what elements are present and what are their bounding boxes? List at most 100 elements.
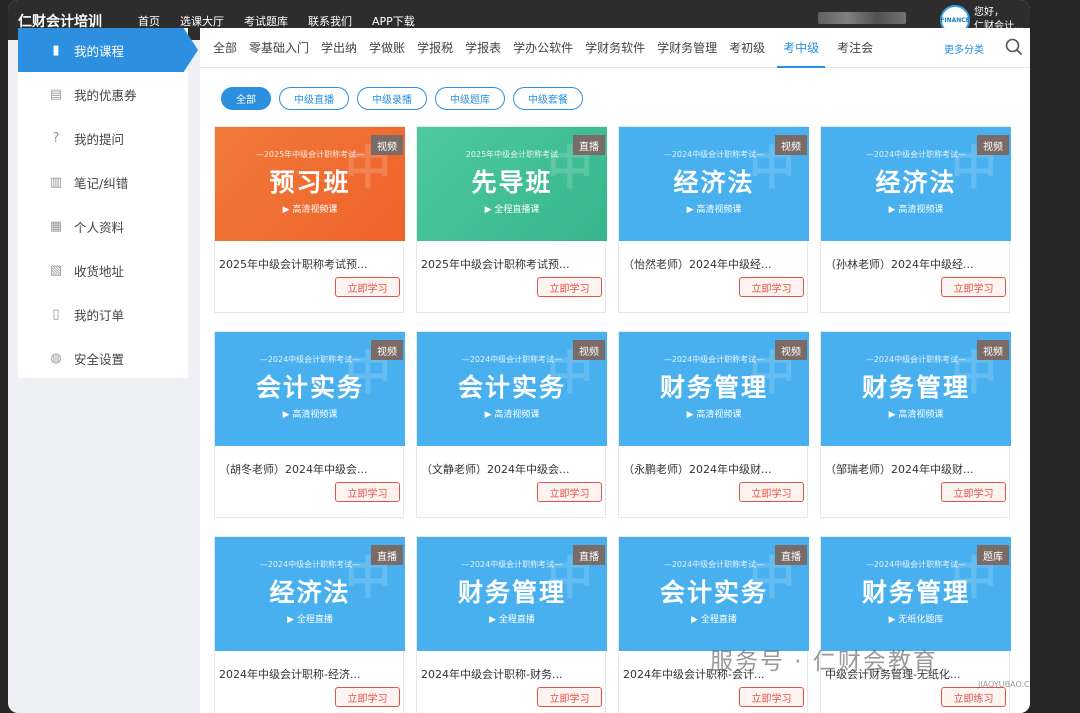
course-thumb-title: 财务管理 — [861, 373, 970, 402]
course-type: ▶ 全程直播 — [691, 615, 737, 625]
tab-7[interactable]: 学办公软件 — [513, 39, 573, 56]
sidebar-item-5[interactable]: ▦ 个人资料 — [18, 204, 188, 248]
course-card[interactable]: 中 —2024中级会计职称考试— 会计实务 ▶ 全程直播 直播 2024年中级会计职称-会… — [618, 536, 809, 713]
course-card[interactable]: 中 —2024中级会计职称考试— 经济法 ▶ 全程直播 直播 2024年中级会计职称-经济… — [214, 536, 405, 713]
study-now-button[interactable]: 立即学习 — [739, 482, 804, 502]
course-title[interactable]: （文静老师）2024年中级会... — [421, 461, 603, 477]
study-now-button[interactable]: 立即学习 — [941, 277, 1006, 297]
filter-chip-1[interactable]: 全部 — [221, 87, 271, 110]
nav-exams[interactable]: 考试题库 — [244, 13, 288, 29]
course-type: ▶ 高清视频课 — [686, 205, 742, 215]
course-badge: 视频 — [775, 340, 807, 360]
sidebar-item-label: 我的课程 — [74, 43, 125, 59]
nav-app-download[interactable]: APP下载 — [372, 13, 415, 29]
course-thumb-title: 财务管理 — [659, 373, 768, 402]
tab-12[interactable]: 考注会 — [837, 39, 873, 56]
filter-chip-4[interactable]: 中级题库 — [435, 87, 505, 110]
tab-11[interactable]: 考中级 — [777, 28, 826, 68]
tab-4[interactable]: 学做账 — [369, 39, 405, 56]
nav-courses[interactable]: 选课大厅 — [180, 13, 224, 29]
nav-contact[interactable]: 联系我们 — [308, 13, 352, 29]
course-title[interactable]: 2025年中级会计职称考试预... — [421, 256, 603, 272]
sidebar-item-label: 收货地址 — [74, 263, 125, 279]
course-card[interactable]: 中 —2024中级会计职称考试— 会计实务 ▶ 高清视频课 视频 （胡冬老师）2024年中… — [214, 331, 405, 518]
study-now-button[interactable]: 立即学习 — [335, 482, 400, 502]
course-title[interactable]: （邹瑞老师）2024年中级财... — [825, 461, 1007, 477]
course-title[interactable]: （怡然老师）2024年中级经... — [623, 256, 805, 272]
course-thumbnail[interactable]: 中 —2024中级会计职称考试— 经济法 ▶ 高清视频课 视频 — [619, 127, 809, 241]
sidebar-item-label: 个人资料 — [74, 219, 125, 235]
course-title[interactable]: （永鹏老师）2024年中级财... — [623, 461, 805, 477]
sidebar-item-2[interactable]: ▤ 我的优惠券 — [18, 72, 188, 116]
course-card[interactable]: 中 —2024中级会计职称考试— 财务管理 ▶ 高清视频课 视频 （永鹏老师）2024年中… — [618, 331, 809, 518]
filter-chip-2[interactable]: 中级直播 — [279, 87, 349, 110]
search-icon[interactable] — [1005, 38, 1023, 56]
course-badge: 直播 — [371, 545, 403, 565]
sidebar-item-4[interactable]: ▥ 笔记/纠错 — [18, 160, 188, 204]
course-thumb-title: 预习班 — [269, 168, 351, 197]
course-card[interactable]: 中 —2024中级会计职称考试— 经济法 ▶ 高清视频课 视频 （孙林老师）2024年中级… — [820, 126, 1011, 313]
course-card[interactable]: 中 —2024中级会计职称考试— 经济法 ▶ 高清视频课 视频 （怡然老师）2024年中级… — [618, 126, 809, 313]
course-thumbnail[interactable]: 中 —2024中级会计职称考试— 会计实务 ▶ 全程直播 直播 — [619, 537, 809, 651]
course-title[interactable]: （孙林老师）2024年中级经... — [825, 256, 1007, 272]
course-thumbnail[interactable]: 中 —2024中级会计职称考试— 财务管理 ▶ 全程直播 直播 — [417, 537, 607, 651]
course-thumbnail[interactable]: 中 —2024中级会计职称考试— 经济法 ▶ 高清视频课 视频 — [821, 127, 1011, 241]
filter-chip-5[interactable]: 中级套餐 — [513, 87, 583, 110]
course-thumbnail[interactable]: 中 —2024中级会计职称考试— 会计实务 ▶ 高清视频课 视频 — [417, 332, 607, 446]
study-now-button[interactable]: 立即学习 — [739, 277, 804, 297]
course-card[interactable]: 中 —2025年中级会计职称考试— 预习班 ▶ 高清视频课 视频 2025年中级会计职称考… — [214, 126, 405, 313]
sidebar-item-label: 安全设置 — [74, 351, 125, 367]
course-thumbnail[interactable]: 中 2025年中级会计职称考试 先导班 ▶ 全程直播课 直播 — [417, 127, 607, 241]
course-thumbnail[interactable]: 中 —2024中级会计职称考试— 财务管理 ▶ 高清视频课 视频 — [821, 332, 1011, 446]
tab-1[interactable]: 全部 — [213, 39, 237, 56]
course-title[interactable]: （胡冬老师）2024年中级会... — [219, 461, 401, 477]
sidebar-item-8[interactable]: ◍ 安全设置 — [18, 336, 188, 380]
filter-chip-3[interactable]: 中级录播 — [357, 87, 427, 110]
course-thumbnail[interactable]: 中 —2024中级会计职称考试— 财务管理 ▶ 无纸化题库 题库 — [821, 537, 1011, 651]
course-title[interactable]: 2024年中级会计职称-经济... — [219, 666, 401, 682]
nav-home[interactable]: 首页 — [138, 13, 160, 29]
tab-10[interactable]: 考初级 — [729, 39, 765, 56]
course-thumbnail[interactable]: 中 —2024中级会计职称考试— 会计实务 ▶ 高清视频课 视频 — [215, 332, 405, 446]
sidebar-item-6[interactable]: ▧ 收货地址 — [18, 248, 188, 292]
tab-2[interactable]: 零基础入门 — [249, 39, 309, 56]
course-type: ▶ 高清视频课 — [282, 205, 338, 215]
course-card[interactable]: 中 —2024中级会计职称考试— 财务管理 ▶ 全程直播 直播 2024年中级会计职称-财… — [416, 536, 607, 713]
course-thumbnail[interactable]: 中 —2024中级会计职称考试— 财务管理 ▶ 高清视频课 视频 — [619, 332, 809, 446]
tab-9[interactable]: 学财务管理 — [657, 39, 717, 56]
course-card[interactable]: 中 2025年中级会计职称考试 先导班 ▶ 全程直播课 直播 2025年中级会计职称考试预… — [416, 126, 607, 313]
play-icon: ▶ — [282, 410, 293, 420]
course-title[interactable]: 2024年中级会计职称-财务... — [421, 666, 603, 682]
sidebar-item-1[interactable]: ▮ 我的课程 — [18, 28, 198, 72]
course-type: ▶ 全程直播 — [287, 615, 333, 625]
course-card[interactable]: 中 —2024中级会计职称考试— 会计实务 ▶ 高清视频课 视频 （文静老师）2024年中… — [416, 331, 607, 518]
study-now-button[interactable]: 立即学习 — [537, 687, 602, 707]
play-icon: ▶ — [287, 615, 297, 625]
tab-5[interactable]: 学报税 — [417, 39, 453, 56]
blurred-info — [818, 12, 906, 24]
course-badge: 视频 — [977, 135, 1009, 155]
watermark-sub: JIAOYUBAO.CN — [978, 680, 1030, 689]
course-thumbnail[interactable]: 中 —2024中级会计职称考试— 经济法 ▶ 全程直播 直播 — [215, 537, 405, 651]
course-title[interactable]: 2025年中级会计职称考试预... — [219, 256, 401, 272]
study-now-button[interactable]: 立即学习 — [537, 482, 602, 502]
course-thumbnail[interactable]: 中 —2025年中级会计职称考试— 预习班 ▶ 高清视频课 视频 — [215, 127, 405, 241]
study-now-button[interactable]: 立即学习 — [335, 687, 400, 707]
study-now-button[interactable]: 立即练习 — [941, 687, 1006, 707]
course-type: ▶ 高清视频课 — [888, 410, 944, 420]
app-window: 仁财会计培训 首页 选课大厅 考试题库 联系我们 APP下载 FINANCE 您… — [8, 0, 1030, 713]
tab-6[interactable]: 学报表 — [465, 39, 501, 56]
study-now-button[interactable]: 立即学习 — [739, 687, 804, 707]
course-card[interactable]: 中 —2024中级会计职称考试— 财务管理 ▶ 高清视频课 视频 （邹瑞老师）2024年中… — [820, 331, 1011, 518]
tab-8[interactable]: 学财务软件 — [585, 39, 645, 56]
study-now-button[interactable]: 立即学习 — [537, 277, 602, 297]
course-type: ▶ 高清视频课 — [282, 410, 338, 420]
study-now-button[interactable]: 立即学习 — [335, 277, 400, 297]
sidebar-item-7[interactable]: ▯ 我的订单 — [18, 292, 188, 336]
address-icon: ▧ — [49, 262, 63, 278]
more-categories-link[interactable]: 更多分类 — [944, 41, 984, 56]
sidebar-item-3[interactable]: ? 我的提问 — [18, 116, 188, 160]
play-icon: ▶ — [489, 615, 499, 625]
tab-3[interactable]: 学出纳 — [321, 39, 357, 56]
study-now-button[interactable]: 立即学习 — [941, 482, 1006, 502]
